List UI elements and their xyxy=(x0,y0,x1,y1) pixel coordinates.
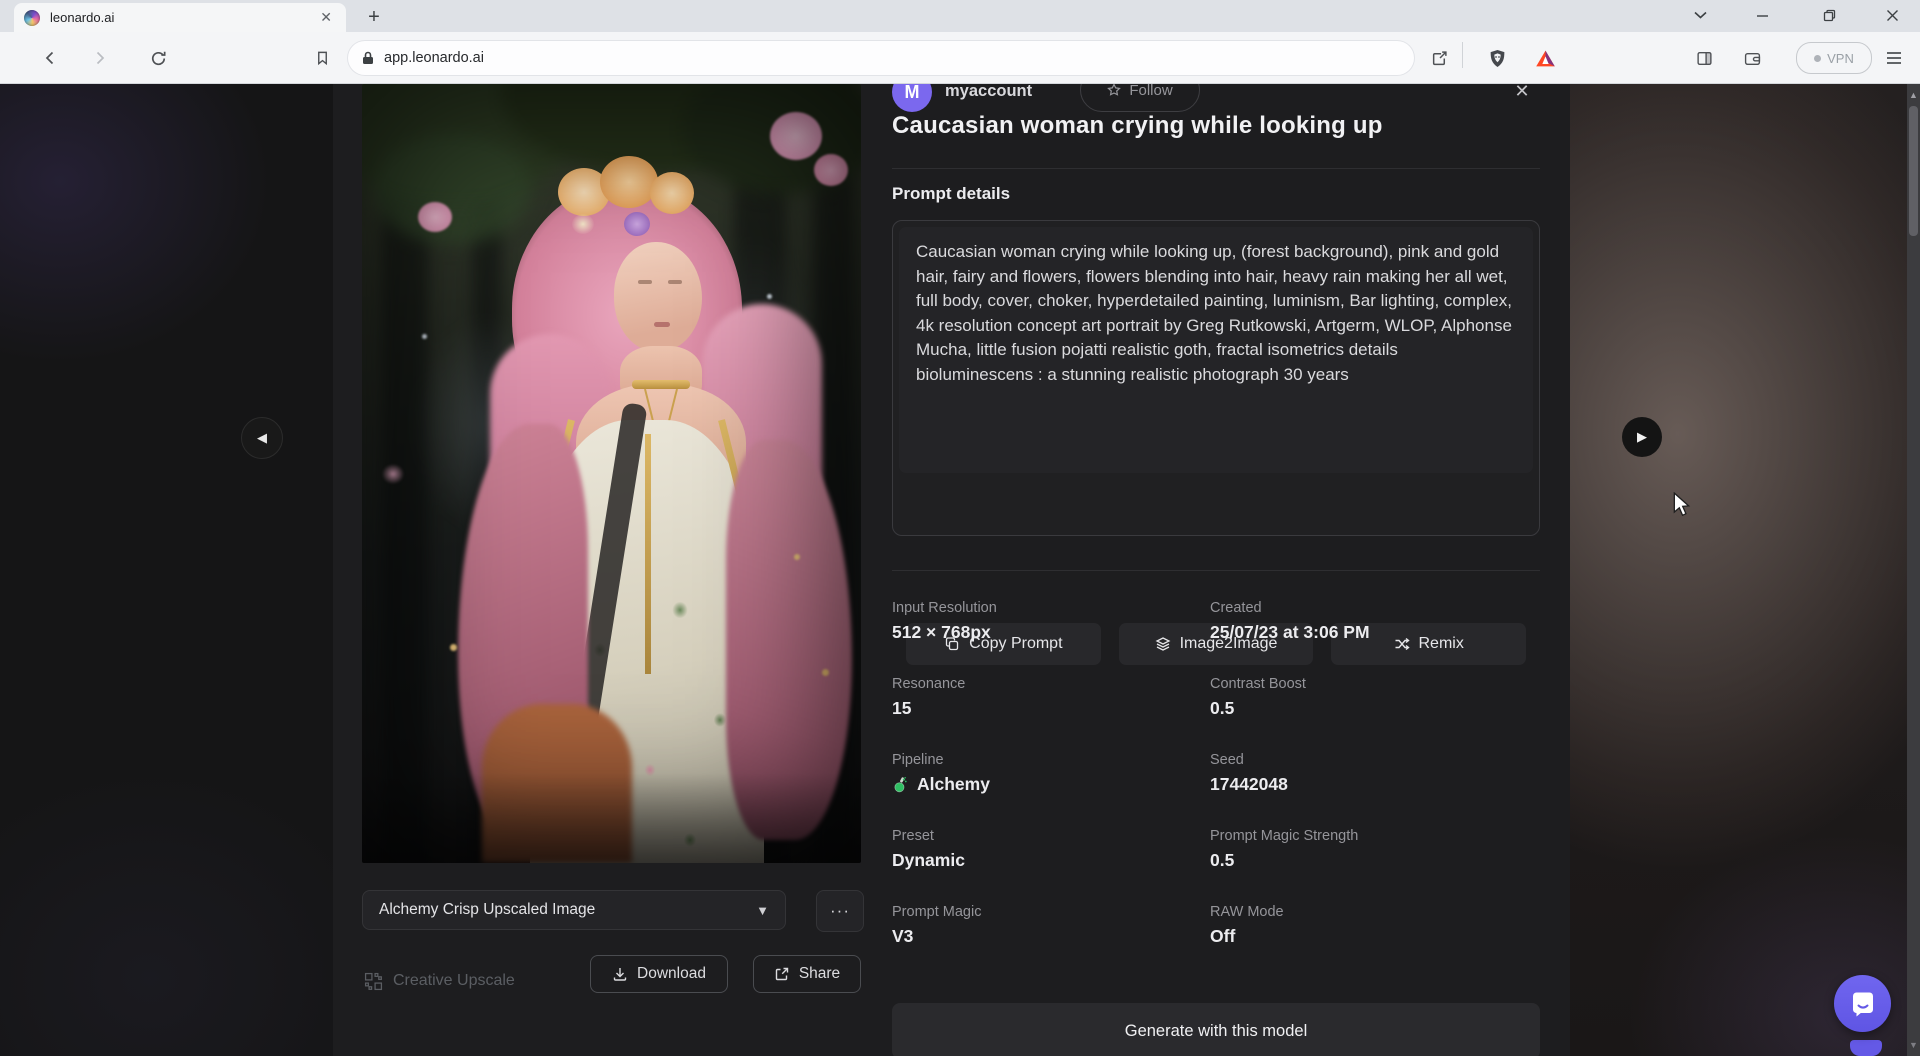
download-label: Download xyxy=(637,965,706,983)
reload-icon[interactable] xyxy=(142,42,174,74)
follow-button[interactable]: Follow xyxy=(1080,84,1200,112)
detail-resonance: Resonance 15 xyxy=(892,676,1210,719)
address-bar[interactable]: app.leonardo.ai xyxy=(348,41,1414,75)
detail-created: Created 25/07/23 at 3:06 PM xyxy=(1210,600,1540,643)
prompt-text: Caucasian woman crying while looking up,… xyxy=(899,227,1533,473)
window-close-button[interactable] xyxy=(1869,0,1915,30)
avatar-initial: M xyxy=(905,84,920,103)
share-page-icon[interactable] xyxy=(1423,42,1455,74)
tab-search-chevron-icon[interactable] xyxy=(1677,0,1723,30)
image-detail-modal: Alchemy Crisp Upscaled Image ▼ ··· Creat… xyxy=(333,84,1570,1056)
tab-title: leonardo.ai xyxy=(50,10,316,25)
lock-icon xyxy=(362,51,374,65)
sidebar-panel-icon[interactable] xyxy=(1688,42,1720,74)
chat-icon xyxy=(1848,989,1878,1019)
arrow-right-icon: ▶ xyxy=(1637,429,1647,445)
detail-prompt-magic-strength: Prompt Magic Strength 0.5 xyxy=(1210,828,1540,871)
account-name[interactable]: myaccount xyxy=(945,84,1032,101)
creative-upscale-button[interactable]: Creative Upscale xyxy=(364,962,515,1000)
generated-image xyxy=(362,84,861,863)
follow-label: Follow xyxy=(1129,84,1172,99)
variant-dropdown[interactable]: Alchemy Crisp Upscaled Image ▼ xyxy=(362,890,786,930)
generation-details-grid: Input Resolution 512 × 768px Created 25/… xyxy=(892,600,1540,947)
chevron-down-icon: ▼ xyxy=(756,903,769,918)
tab-close-icon[interactable]: ✕ xyxy=(316,7,336,28)
browser-window: leonardo.ai ✕ + app.leo xyxy=(0,0,1920,1056)
avatar[interactable]: M xyxy=(892,84,932,112)
forward-icon[interactable] xyxy=(84,42,116,74)
image-title: Caucasian woman crying while looking up xyxy=(892,112,1552,140)
backdrop-right xyxy=(1570,84,1907,1056)
detail-prompt-magic: Prompt Magic V3 xyxy=(892,904,1210,947)
divider xyxy=(892,570,1540,571)
prompt-details-heading: Prompt details xyxy=(892,184,1010,204)
detail-input-resolution: Input Resolution 512 × 768px xyxy=(892,600,1210,643)
toolbar-separator xyxy=(1462,42,1463,68)
detail-seed: Seed 17442048 xyxy=(1210,752,1540,795)
chat-launcher-button[interactable] xyxy=(1834,975,1891,1032)
generate-with-model-button[interactable]: Generate with this model xyxy=(892,1003,1540,1056)
mouse-cursor xyxy=(1672,492,1694,523)
vpn-button[interactable]: VPN xyxy=(1796,42,1872,74)
page-content: Alchemy Crisp Upscaled Image ▼ ··· Creat… xyxy=(0,84,1920,1056)
detail-contrast-boost: Contrast Boost 0.5 xyxy=(1210,676,1540,719)
previous-image-button[interactable]: ◀ xyxy=(241,417,283,459)
download-icon xyxy=(612,966,628,982)
detail-raw-mode: RAW Mode Off xyxy=(1210,904,1540,947)
detail-preset: Preset Dynamic xyxy=(892,828,1210,871)
tab-leonardo[interactable]: leonardo.ai ✕ xyxy=(14,3,346,32)
window-minimize-button[interactable] xyxy=(1739,0,1785,30)
more-options-button[interactable]: ··· xyxy=(816,890,864,932)
wallet-icon[interactable] xyxy=(1736,42,1768,74)
variant-dropdown-label: Alchemy Crisp Upscaled Image xyxy=(379,901,595,919)
url-text: app.leonardo.ai xyxy=(384,50,484,66)
ellipsis-icon: ··· xyxy=(830,901,850,921)
menu-hamburger-icon[interactable] xyxy=(1878,42,1910,74)
brave-rewards-icon[interactable] xyxy=(1529,42,1561,74)
chat-widget-tail xyxy=(1850,1040,1882,1056)
vpn-status-dot xyxy=(1814,55,1821,62)
share-icon xyxy=(774,966,790,982)
window-restore-button[interactable] xyxy=(1806,0,1852,30)
scrollbar-thumb[interactable] xyxy=(1909,106,1918,236)
generate-with-model-label: Generate with this model xyxy=(1125,1022,1308,1041)
arrow-left-icon: ◀ xyxy=(257,430,267,446)
close-icon[interactable]: ✕ xyxy=(1511,84,1533,102)
pixel-grid-icon xyxy=(364,972,383,991)
bookmark-icon[interactable] xyxy=(306,42,338,74)
divider xyxy=(892,168,1540,169)
leonardo-favicon xyxy=(24,10,40,26)
detail-pipeline: Pipeline Alchemy xyxy=(892,752,1210,795)
download-button[interactable]: Download xyxy=(590,955,728,993)
scrollbar-up-arrow[interactable]: ▲ xyxy=(1909,90,1918,100)
scrollbar-down-arrow[interactable]: ▼ xyxy=(1909,1040,1918,1050)
vpn-label: VPN xyxy=(1827,51,1854,66)
potion-icon xyxy=(892,776,909,793)
share-label: Share xyxy=(799,965,840,983)
tab-bar: leonardo.ai ✕ + xyxy=(0,0,1920,32)
next-image-button[interactable]: ▶ xyxy=(1622,417,1662,457)
share-button[interactable]: Share xyxy=(753,955,861,993)
star-icon xyxy=(1107,84,1121,97)
creative-upscale-label: Creative Upscale xyxy=(393,972,515,990)
back-icon[interactable] xyxy=(34,42,66,74)
brave-shield-icon[interactable] xyxy=(1481,42,1513,74)
new-tab-button[interactable]: + xyxy=(360,5,388,31)
backdrop-left xyxy=(0,84,333,1056)
